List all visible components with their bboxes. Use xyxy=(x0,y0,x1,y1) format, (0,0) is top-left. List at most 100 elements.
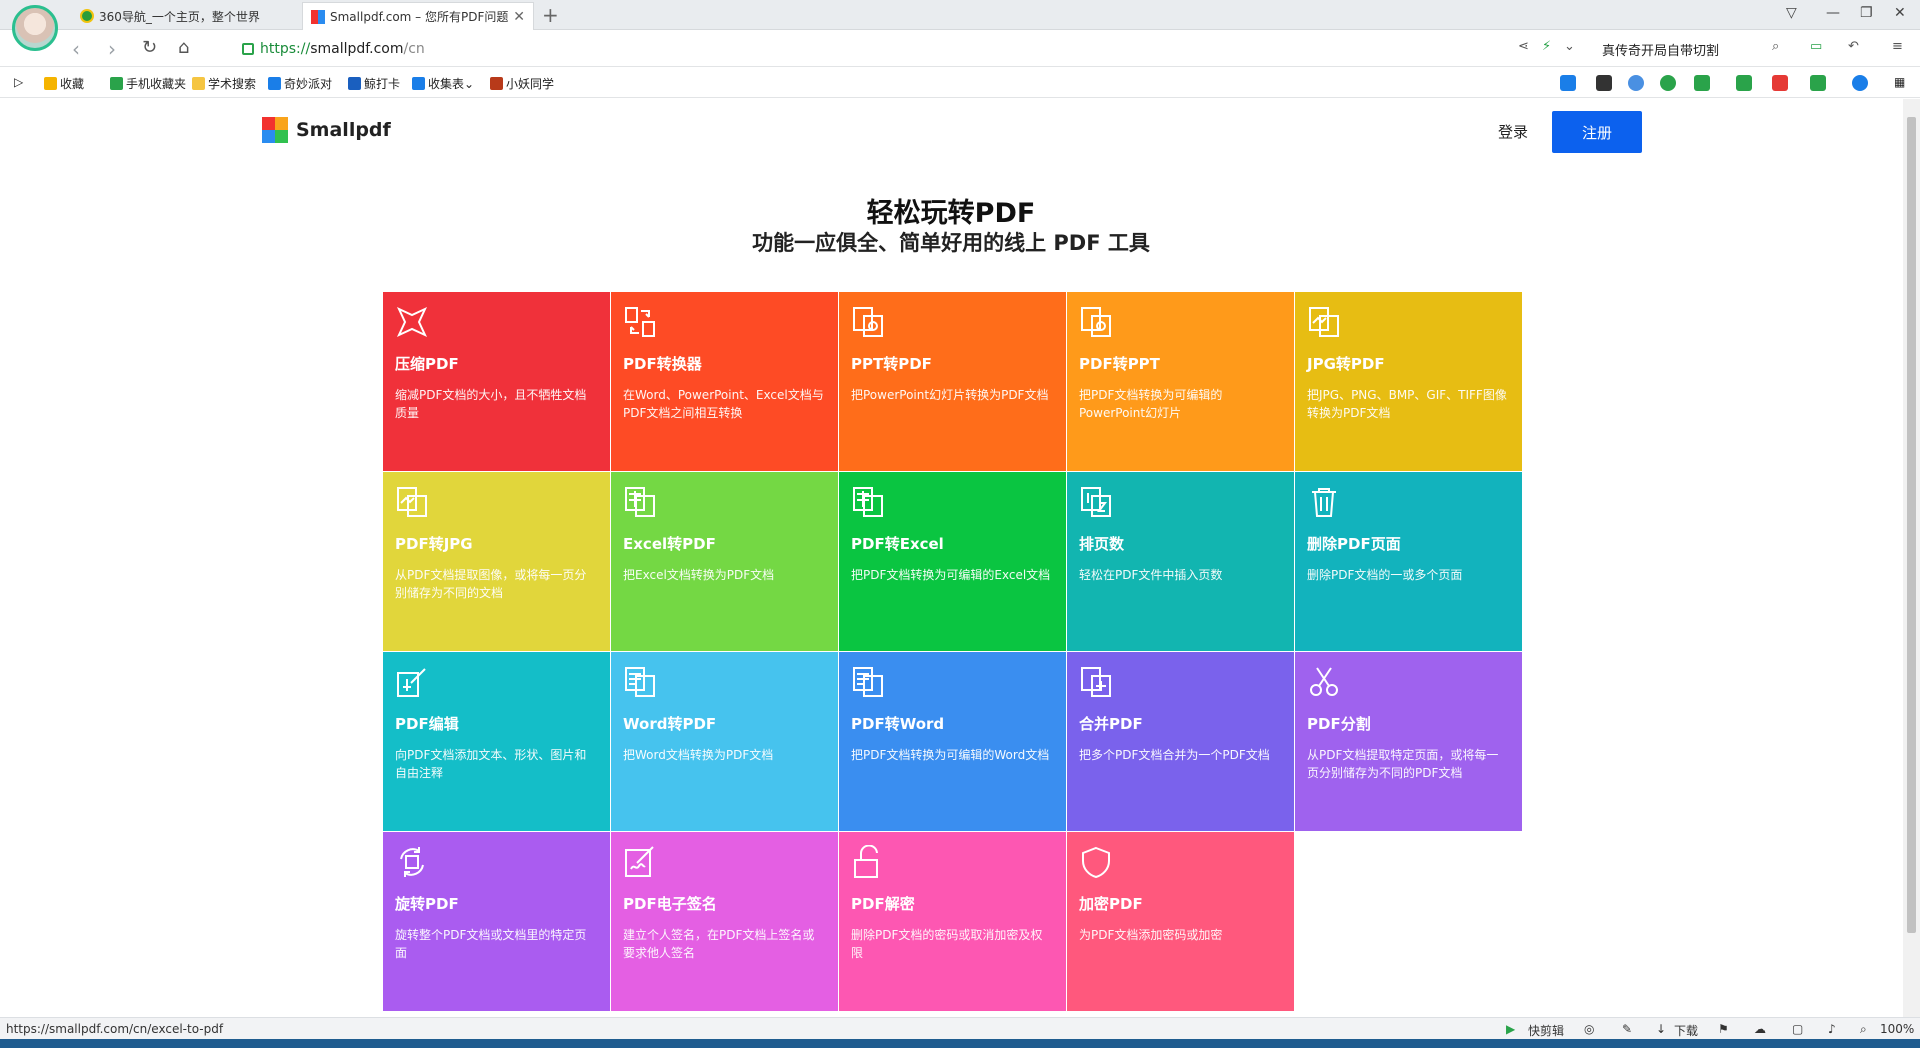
hot-search-text[interactable]: 真传奇开局自带切割 xyxy=(1602,40,1719,59)
grid-menu-icon[interactable]: ▦ xyxy=(1894,75,1905,89)
zoom-level[interactable]: 100% xyxy=(1880,1022,1914,1036)
excel-icon xyxy=(851,485,885,519)
tool-tile[interactable]: 旋转PDF 旋转整个PDF文档或文档里的特定页面 xyxy=(383,832,610,1011)
reload-icon[interactable]: ↻ xyxy=(142,37,157,58)
clip-label[interactable]: 快剪辑 xyxy=(1528,1022,1564,1039)
star-icon xyxy=(44,77,57,90)
tool-tile[interactable]: 删除PDF页面 删除PDF文档的一或多个页面 xyxy=(1295,472,1522,651)
download-label[interactable]: 下载 xyxy=(1674,1022,1698,1039)
tool-description: 为PDF文档添加密码或加密 xyxy=(1079,928,1223,942)
extension-icon[interactable] xyxy=(1596,75,1612,91)
tool-tile[interactable]: PDF分割 从PDF文档提取特定页面，或将每一页分别储存为不同的PDF文档 xyxy=(1295,652,1522,831)
bookmark-mobile[interactable]: 手机收藏夹 xyxy=(110,75,186,92)
url-host: smallpdf.com xyxy=(310,41,404,57)
extension-icon[interactable] xyxy=(1628,75,1644,91)
sidebar-toggle-icon[interactable]: ▷ xyxy=(14,75,23,89)
shirt-skin-icon[interactable]: ▽ xyxy=(1786,5,1797,21)
bookmark-checkin[interactable]: 鲸打卡 xyxy=(348,75,400,92)
tool-grid: 压缩PDF 缩减PDF文档的大小，且不牺牲文档质量 PDF转换器 在Word、Powe… xyxy=(383,292,1522,1011)
tool-description: 删除PDF文档的一或多个页面 xyxy=(1307,568,1463,582)
login-link[interactable]: 登录 xyxy=(1498,121,1528,142)
tool-description: 把Excel文档转换为PDF文档 xyxy=(623,568,775,582)
tool-tile[interactable]: 压缩PDF 缩减PDF文档的大小，且不牺牲文档质量 xyxy=(383,292,610,471)
flag-icon[interactable]: ⚑ xyxy=(1718,1022,1729,1036)
os-taskbar xyxy=(0,1039,1920,1048)
close-window-icon[interactable]: ✕ xyxy=(1894,5,1906,21)
speed-icon[interactable]: ⚡ xyxy=(1542,39,1551,54)
search-icon[interactable] xyxy=(1852,75,1868,91)
tab-smallpdf[interactable]: Smallpdf.com – 您所有PDF问题 ✕ xyxy=(302,2,534,30)
game-icon[interactable] xyxy=(1810,75,1826,91)
tool-description: 向PDF文档添加文本、形状、图片和自由注释 xyxy=(395,748,587,780)
scissors-icon[interactable] xyxy=(1772,75,1788,91)
close-tab-icon[interactable]: ✕ xyxy=(513,9,525,25)
rotate-icon xyxy=(395,845,429,879)
shield-extension-icon[interactable] xyxy=(1694,75,1710,91)
logo-icon xyxy=(262,117,288,143)
scrollbar[interactable] xyxy=(1903,99,1920,1017)
tab-360-nav[interactable]: 360导航_一个主页，整个世界 xyxy=(72,2,300,30)
forward-icon[interactable]: › xyxy=(108,37,116,61)
pin-icon[interactable]: ✎ xyxy=(1622,1022,1632,1036)
tool-tile[interactable]: PDF转JPG 从PDF文档提取图像，或将每一页分别储存为不同的文档 xyxy=(383,472,610,651)
bookmark-party[interactable]: 奇妙派对 xyxy=(268,75,332,92)
word-icon xyxy=(851,665,885,699)
tool-tile[interactable]: Word转PDF 把Word文档转换为PDF文档 xyxy=(611,652,838,831)
hero-title: 轻松玩转PDF xyxy=(866,198,1036,229)
tool-title: PDF转Word xyxy=(851,715,945,733)
tool-tile[interactable]: JPG转PDF 把JPG、PNG、BMP、GIF、TIFF图像转换为PDF文档 xyxy=(1295,292,1522,471)
bookmark-forms[interactable]: 收集表 ⌄ xyxy=(412,75,474,92)
tool-tile[interactable]: PDF编辑 向PDF文档添加文本、形状、图片和自由注释 xyxy=(383,652,610,831)
clip-icon[interactable]: ▶ xyxy=(1506,1022,1515,1036)
tool-tile[interactable]: 加密PDF 为PDF文档添加密码或加密 xyxy=(1067,832,1294,1011)
tool-title: PDF解密 xyxy=(851,895,915,913)
chevron-down-icon[interactable]: ⌄ xyxy=(1564,39,1575,54)
whale-icon xyxy=(348,77,361,90)
bookmark-label: 手机收藏夹 xyxy=(126,77,187,91)
smallpdf-logo[interactable]: Smallpdf xyxy=(262,117,391,143)
back-icon[interactable]: ‹ xyxy=(72,37,80,61)
minimize-icon[interactable]: — xyxy=(1826,5,1840,21)
merge-icon xyxy=(1079,665,1113,699)
bookmark-scholar[interactable]: 学术搜索 xyxy=(192,75,256,92)
tool-tile[interactable]: PDF转Excel 把PDF文档转换为可编辑的Excel文档 xyxy=(839,472,1066,651)
tool-tile[interactable]: PDF电子签名 建立个人签名，在PDF文档上签名或要求他人签名 xyxy=(611,832,838,1011)
tool-tile[interactable]: Excel转PDF 把Excel文档转换为PDF文档 xyxy=(611,472,838,651)
signup-button[interactable]: 注册 xyxy=(1552,111,1642,153)
tool-tile[interactable]: PPT转PDF 把PowerPoint幻灯片转换为PDF文档 xyxy=(839,292,1066,471)
bookmark-assistant[interactable]: 小妖同学 xyxy=(490,75,554,92)
menu-icon[interactable]: ≡ xyxy=(1892,39,1903,54)
zoom-icon[interactable]: ⌕ xyxy=(1860,1022,1867,1037)
search-icon[interactable]: ⌕ xyxy=(1772,39,1779,54)
translate-icon[interactable] xyxy=(1736,75,1752,91)
cloud-icon[interactable]: ☁ xyxy=(1754,1022,1766,1036)
download-icon[interactable]: ↓ xyxy=(1656,1022,1666,1036)
url-input[interactable]: https://smallpdf.com/cn xyxy=(232,35,1502,63)
new-tab-icon[interactable]: + xyxy=(542,3,559,27)
address-bar: ‹ › ↻ ⌂ https://smallpdf.com/cn ⋖ ⚡ ⌄ 真传… xyxy=(0,31,1920,67)
scrollbar-thumb[interactable] xyxy=(1907,117,1916,933)
tool-tile[interactable]: 合并PDF 把多个PDF文档合并为一个PDF文档 xyxy=(1067,652,1294,831)
tool-description: 把PDF文档转换为可编辑的Word文档 xyxy=(851,748,1050,762)
bookmark-label: 奇妙派对 xyxy=(284,77,333,91)
lock-icon xyxy=(242,43,254,55)
page-content: Smallpdf 登录 注册 轻松玩转PDF 功能一应俱全、简单好用的线上 PD… xyxy=(0,99,1902,1017)
extension-icon[interactable] xyxy=(1660,75,1676,91)
home-icon[interactable]: ⌂ xyxy=(178,37,189,58)
image-icon xyxy=(395,485,429,519)
window-icon[interactable]: ▢ xyxy=(1792,1022,1803,1036)
extension-icon[interactable] xyxy=(1560,75,1576,91)
bookmark-favorites[interactable]: 收藏 xyxy=(44,75,84,92)
undo-icon[interactable]: ↶ xyxy=(1848,39,1859,54)
user-avatar[interactable] xyxy=(12,5,58,51)
tool-tile[interactable]: 排页数 轻松在PDF文件中插入页数 xyxy=(1067,472,1294,651)
speedup-icon[interactable]: ◎ xyxy=(1584,1022,1594,1036)
volume-icon[interactable]: ♪ xyxy=(1828,1022,1836,1036)
share-icon[interactable]: ⋖ xyxy=(1518,39,1529,54)
tool-tile[interactable]: PDF转Word 把PDF文档转换为可编辑的Word文档 xyxy=(839,652,1066,831)
tool-tile[interactable]: PDF解密 删除PDF文档的密码或取消加密及权限 xyxy=(839,832,1066,1011)
tool-description: 把PDF文档转换为可编辑的PowerPoint幻灯片 xyxy=(1079,388,1223,420)
tool-tile[interactable]: PDF转PPT 把PDF文档转换为可编辑的PowerPoint幻灯片 xyxy=(1067,292,1294,471)
tool-tile[interactable]: PDF转换器 在Word、PowerPoint、Excel文档与PDF文档之间相互… xyxy=(611,292,838,471)
restore-icon[interactable]: ❐ xyxy=(1860,5,1873,21)
